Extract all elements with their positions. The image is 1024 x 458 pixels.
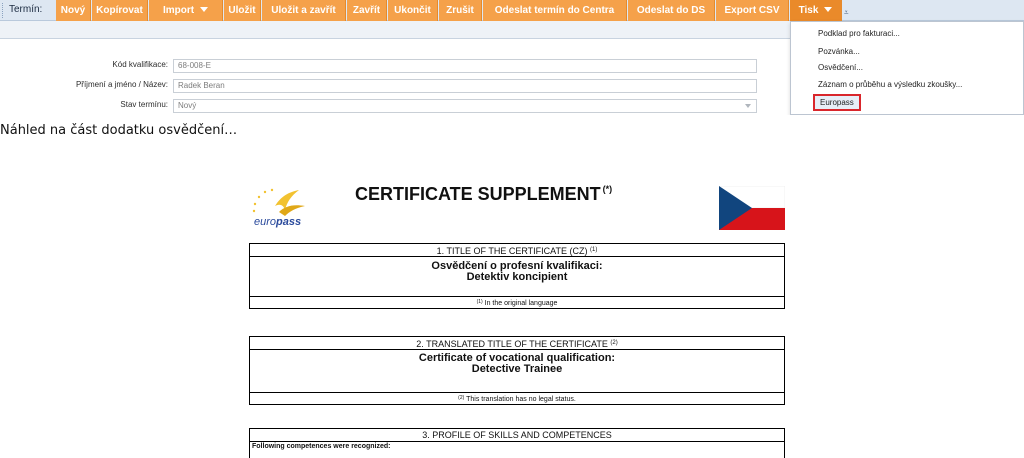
send-to-centre-button[interactable]: Odeslat termín do Centra <box>483 0 627 21</box>
section-skills-profile: 3. PROFILE OF SKILLS AND COMPETENCES Fol… <box>249 428 785 458</box>
status-select[interactable]: Nový <box>173 99 757 113</box>
competences-text: Following competences were recognized: <box>252 443 391 450</box>
import-button[interactable]: Import <box>149 0 223 21</box>
finish-button[interactable]: Ukončit <box>388 0 438 21</box>
preview-caption: Náhled na část dodatku osvědčení… <box>0 123 238 138</box>
certificate-preview: europass CERTIFICATE SUPPLEMENT (*) 1. TI… <box>245 180 785 458</box>
toolbar: Termín: Nový Kopírovat Import Uložit Ulo… <box>0 0 1024 21</box>
section-heading: 2. TRANSLATED TITLE OF THE CERTIFICATE (… <box>250 337 784 350</box>
chevron-down-icon <box>745 104 751 108</box>
certificate-title-original: Osvědčení o profesní kvalifikaci: Detekt… <box>250 257 784 297</box>
section-footnote: (2) This translation has no legal status… <box>458 395 576 403</box>
certificate-title-translated: Certificate of vocational qualification:… <box>250 350 784 393</box>
menu-item-invitation[interactable]: Pozvánka... <box>818 47 860 56</box>
new-button[interactable]: Nový <box>56 0 91 21</box>
section-title-translated: 2. TRANSLATED TITLE OF THE CERTIFICATE (… <box>249 336 785 405</box>
qualification-code-row: Kód kvalifikace: 68-008-E <box>0 59 790 73</box>
toolbar-grip[interactable] <box>2 3 5 18</box>
export-csv-button[interactable]: Export CSV <box>716 0 789 21</box>
section-footnote: (1) In the original language <box>476 299 558 307</box>
status-label: Stav termínu: <box>120 100 168 109</box>
section-title-original: 1. TITLE OF THE CERTIFICATE (CZ) (1) Osv… <box>249 243 785 309</box>
menu-item-exam-record[interactable]: Záznam o průběhu a výsledku zkoušky... <box>818 80 962 89</box>
application-window: Termín: Nový Kopírovat Import Uložit Ulo… <box>0 0 1024 115</box>
name-label: Příjmení a jméno / Název: <box>75 80 168 89</box>
qualification-code-label: Kód kvalifikace: <box>112 60 168 69</box>
cancel-button[interactable]: Zrušit <box>439 0 482 21</box>
status-row: Stav termínu: Nový <box>0 99 790 113</box>
toolbar-label: Termín: <box>9 4 43 15</box>
menu-item-europass[interactable]: Europass <box>813 94 861 111</box>
chevron-down-icon <box>824 7 833 12</box>
save-button[interactable]: Uložit <box>224 0 261 21</box>
send-to-ds-button[interactable]: Odeslat do DS <box>628 0 715 21</box>
europass-logo: europass <box>245 184 315 230</box>
close-button[interactable]: Zavřít <box>347 0 387 21</box>
menu-item-invoice-basis[interactable]: Podklad pro fakturaci... <box>818 29 900 38</box>
qualification-code-field[interactable]: 68-008-E <box>173 59 757 73</box>
chevron-down-icon <box>200 7 209 12</box>
print-dropdown-menu: Podklad pro fakturaci... Pozvánka... Osv… <box>790 21 1024 115</box>
copy-button[interactable]: Kopírovat <box>92 0 148 21</box>
save-and-close-button[interactable]: Uložit a zavřít <box>262 0 346 21</box>
czech-flag-icon <box>719 186 785 230</box>
europass-logo-text: europass <box>254 216 302 228</box>
name-row: Příjmení a jméno / Název: Radek Beran <box>0 79 790 93</box>
name-field[interactable]: Radek Beran <box>173 79 757 93</box>
section-heading: 3. PROFILE OF SKILLS AND COMPETENCES <box>250 429 784 442</box>
toolbar-overflow-icon[interactable]: ⩡ <box>844 8 849 18</box>
section-heading: 1. TITLE OF THE CERTIFICATE (CZ) (1) <box>250 244 784 257</box>
menu-item-certificate[interactable]: Osvědčení... <box>818 63 863 72</box>
certificate-title: CERTIFICATE SUPPLEMENT (*) <box>355 184 613 204</box>
print-menu-button[interactable]: Tisk <box>790 0 842 21</box>
